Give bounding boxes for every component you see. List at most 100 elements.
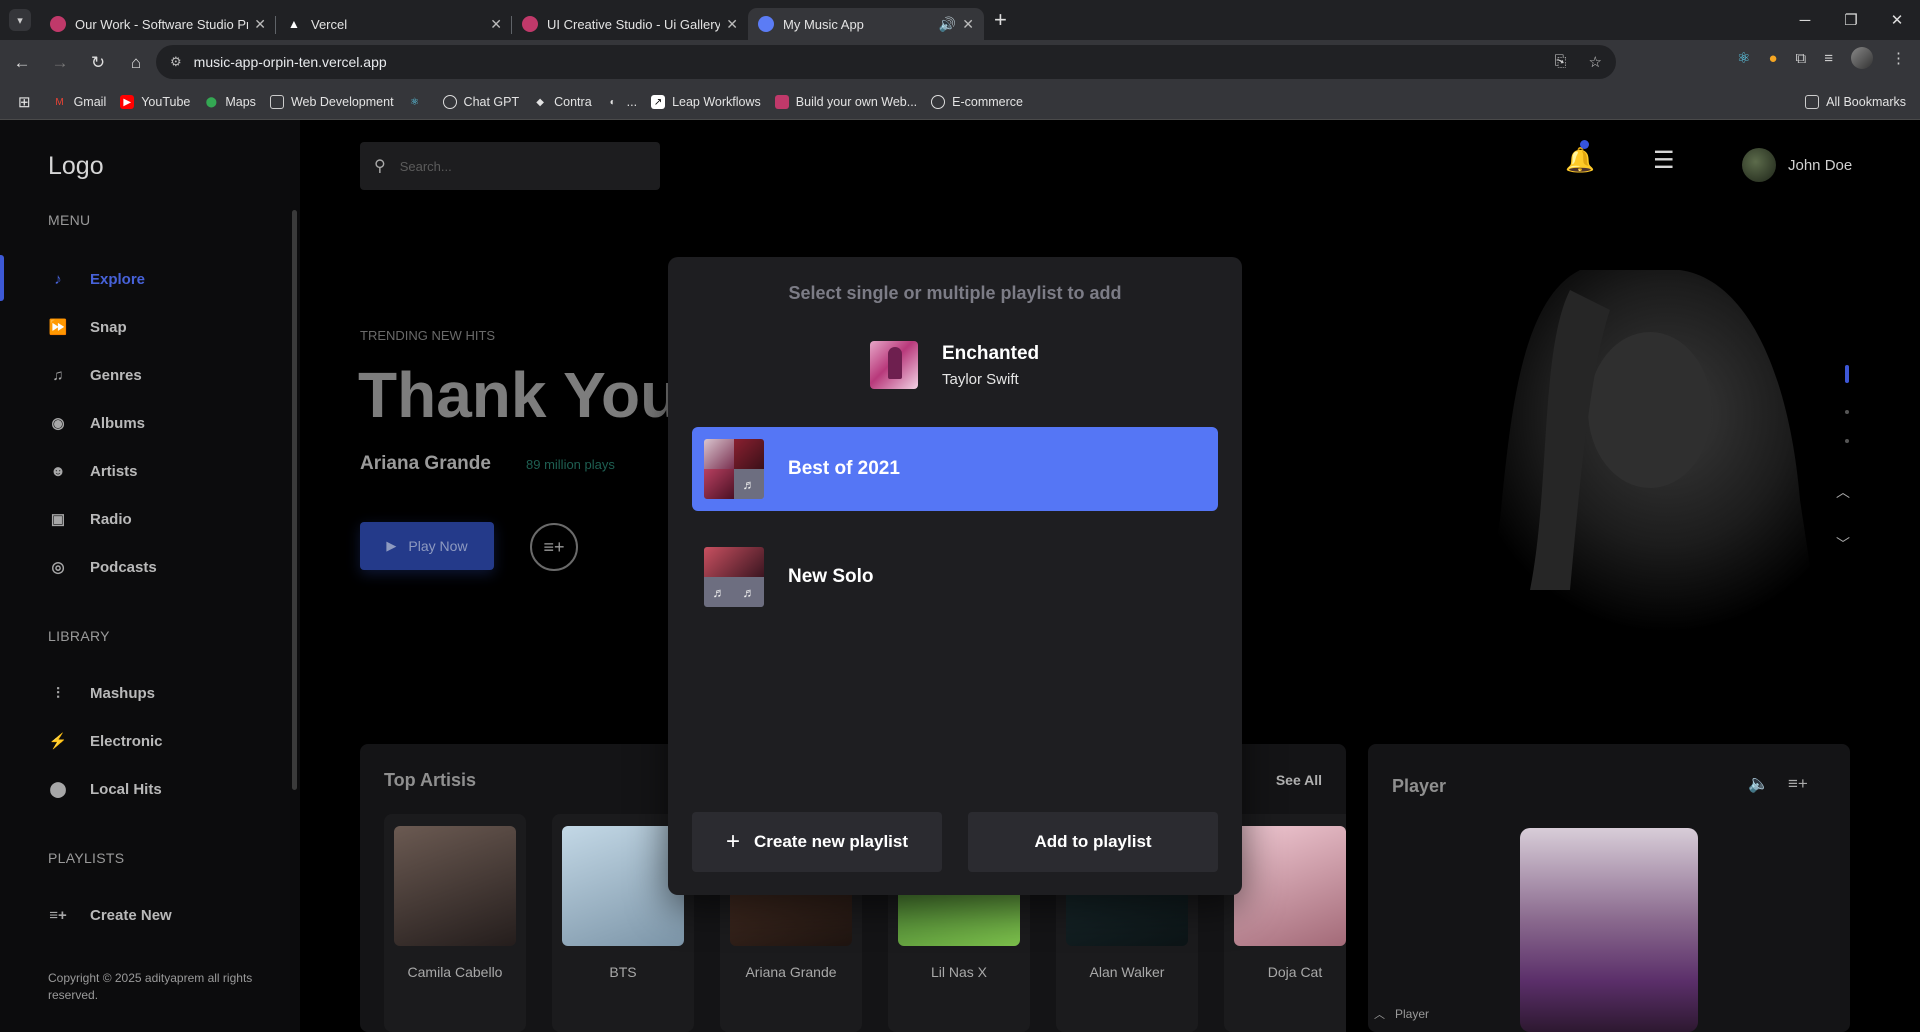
user-menu[interactable]: John Doe bbox=[1742, 148, 1852, 182]
now-playing-cover bbox=[1520, 828, 1698, 1032]
slide-indicator[interactable] bbox=[1845, 439, 1849, 443]
sidebar-item-albums[interactable]: ◉ Albums bbox=[48, 410, 145, 436]
minimize-icon[interactable]: ─ bbox=[1782, 0, 1828, 40]
sidebar-item-local-hits[interactable]: ⬤ Local Hits bbox=[48, 776, 162, 802]
react-devtools-icon[interactable]: ⚛ bbox=[1737, 49, 1750, 67]
search-input[interactable]: ⚲ Search... bbox=[360, 142, 660, 190]
close-icon[interactable]: ✕ bbox=[962, 16, 974, 33]
browser-tab[interactable]: UI Creative Studio - Ui Gallery ✕ bbox=[512, 8, 748, 40]
youtube-icon: ▶ bbox=[120, 95, 135, 109]
new-tab-button[interactable]: + bbox=[994, 7, 1007, 33]
bookmark-contra[interactable]: ◆ Contra bbox=[533, 95, 591, 109]
tab-title: Vercel bbox=[311, 16, 348, 32]
song-cover bbox=[870, 341, 918, 389]
sidebar-item-electronic[interactable]: ⚡ Electronic bbox=[48, 728, 163, 754]
slide-indicator[interactable] bbox=[1845, 410, 1849, 414]
playlist-name: New Solo bbox=[788, 566, 874, 587]
add-to-playlist-confirm-button[interactable]: Add to playlist bbox=[968, 812, 1218, 872]
sidebar-item-mashups[interactable]: ⫶ Mashups bbox=[48, 680, 155, 706]
browser-tab-active[interactable]: My Music App 🔊 ✕ bbox=[748, 8, 984, 40]
sidebar-item-artists[interactable]: ☻ Artists bbox=[48, 458, 137, 484]
song-title: Enchanted bbox=[942, 342, 1040, 364]
apps-grid-icon[interactable]: ⊞ bbox=[18, 93, 31, 111]
close-window-icon[interactable]: ✕ bbox=[1874, 0, 1920, 40]
search-placeholder: Search... bbox=[399, 158, 452, 174]
install-app-icon[interactable]: ⎘ bbox=[1555, 53, 1567, 71]
bookmark-ecommerce[interactable]: E-commerce bbox=[931, 95, 1023, 109]
playlist-option[interactable]: ♬ ♬ New Solo bbox=[692, 535, 1218, 619]
create-new-playlist-button[interactable]: + Create new playlist bbox=[692, 812, 942, 872]
reload-icon[interactable]: ↻ bbox=[82, 47, 114, 79]
playlist-option-selected[interactable]: ♬ Best of 2021 bbox=[692, 427, 1218, 511]
sidebar-item-radio[interactable]: ▣ Radio bbox=[48, 506, 132, 532]
bookmark-gmail[interactable]: M Gmail bbox=[53, 95, 106, 109]
bookmark-maps[interactable]: ⬤ Maps bbox=[204, 95, 256, 109]
music-note-icon: ♬ bbox=[704, 577, 734, 607]
folder-icon bbox=[269, 95, 284, 109]
sidebar-scrollbar[interactable] bbox=[292, 210, 297, 790]
profile-avatar[interactable] bbox=[1851, 47, 1873, 69]
player-panel: Player 🔈 ≡+ bbox=[1368, 744, 1850, 1032]
add-to-playlist-modal: Select single or multiple playlist to ad… bbox=[668, 257, 1242, 895]
tab-search-button[interactable]: ▾ bbox=[9, 9, 31, 31]
bookmark-youtube[interactable]: ▶ YouTube bbox=[120, 95, 190, 109]
all-bookmarks[interactable]: All Bookmarks bbox=[1805, 95, 1906, 109]
sidebar-item-genres[interactable]: ♫ Genres bbox=[48, 362, 141, 388]
artist-card[interactable]: Camila Cabello bbox=[384, 814, 526, 1032]
hero-artist[interactable]: Ariana Grande bbox=[360, 453, 491, 475]
more-menu-icon[interactable]: ⋮ bbox=[1891, 49, 1906, 67]
settings-sliders-icon[interactable]: ☰ bbox=[1653, 146, 1675, 175]
chevron-down-icon[interactable]: ﹀ bbox=[1836, 534, 1850, 554]
browser-tab-bar: ▾ Our Work - Software Studio Pro ✕ ▲ Ver… bbox=[0, 0, 1920, 40]
back-icon[interactable]: ← bbox=[6, 47, 38, 79]
maps-icon: ⬤ bbox=[205, 96, 217, 108]
bookmark-globe[interactable]: ◐... bbox=[606, 95, 637, 109]
gmail-icon: M bbox=[55, 96, 64, 108]
close-icon[interactable]: ✕ bbox=[254, 16, 266, 33]
bookmark-star-icon[interactable]: ☆ bbox=[1589, 53, 1602, 71]
reading-list-icon[interactable]: ≡ bbox=[1824, 50, 1833, 67]
sidebar-item-podcasts[interactable]: ◎ Podcasts bbox=[48, 554, 156, 580]
folder-icon bbox=[1805, 95, 1820, 109]
chevron-up-icon[interactable]: ︿ bbox=[1836, 482, 1850, 502]
hero-title: Thank You bbox=[358, 359, 680, 431]
forward-icon[interactable]: → bbox=[44, 47, 76, 79]
volume-icon[interactable]: 🔈 bbox=[1748, 774, 1769, 794]
app-logo[interactable]: Logo bbox=[48, 152, 104, 181]
home-icon[interactable]: ⌂ bbox=[120, 47, 152, 79]
play-now-button[interactable]: ▶ Play Now bbox=[360, 522, 494, 570]
extension-icon[interactable]: ● bbox=[1768, 50, 1777, 67]
playlist-add-icon: ≡+ bbox=[49, 906, 67, 924]
close-icon[interactable]: ✕ bbox=[490, 16, 502, 33]
site-info-icon[interactable]: ⚙ bbox=[170, 54, 182, 70]
bookmark-react[interactable]: ⚛ bbox=[408, 95, 429, 109]
browser-tab[interactable]: ▲ Vercel ✕ bbox=[276, 8, 512, 40]
bookmark-leap-workflows[interactable]: ↗ Leap Workflows bbox=[651, 95, 761, 109]
speaker-icon[interactable]: 🔊 bbox=[939, 16, 956, 33]
see-all-link[interactable]: See All bbox=[1276, 772, 1322, 788]
artist-name: Doja Cat bbox=[1267, 964, 1323, 980]
player-toggle[interactable]: ︿ Player bbox=[1374, 1006, 1429, 1022]
url-text: music-app-orpin-ten.vercel.app bbox=[193, 54, 387, 70]
restore-icon[interactable]: ❐ bbox=[1828, 0, 1874, 40]
add-to-playlist-button[interactable]: ≡+ bbox=[530, 523, 578, 571]
close-icon[interactable]: ✕ bbox=[726, 16, 738, 33]
browser-tab[interactable]: Our Work - Software Studio Pro ✕ bbox=[40, 8, 276, 40]
trending-label: TRENDING NEW HITS bbox=[360, 328, 496, 343]
bookmark-build-web[interactable]: Build your own Web... bbox=[774, 95, 917, 109]
bookmark-web-development[interactable]: Web Development bbox=[269, 95, 394, 109]
bookmark-chatgpt[interactable]: Chat GPT bbox=[442, 95, 519, 109]
modal-title: Select single or multiple playlist to ad… bbox=[788, 283, 1122, 303]
sidebar-item-explore[interactable]: ♪ Explore bbox=[48, 266, 145, 292]
bell-icon[interactable]: 🔔 bbox=[1565, 146, 1595, 175]
sidebar-item-create-new[interactable]: ≡+ Create New bbox=[48, 902, 171, 928]
queue-icon[interactable]: ≡+ bbox=[1788, 774, 1808, 794]
puzzle-icon[interactable]: ⧉ bbox=[1796, 50, 1807, 67]
window-controls: ─ ❐ ✕ bbox=[1782, 0, 1920, 40]
slide-indicator-active[interactable] bbox=[1845, 365, 1849, 383]
artist-card[interactable]: Doja Cat bbox=[1224, 814, 1346, 1032]
sidebar-item-snap[interactable]: ⏩ Snap bbox=[48, 314, 127, 340]
url-bar[interactable]: ⚙ music-app-orpin-ten.vercel.app ⎘ ☆ bbox=[156, 45, 1616, 79]
menu-section-label: MENU bbox=[48, 212, 91, 228]
lightning-icon: ⚡ bbox=[48, 733, 68, 750]
